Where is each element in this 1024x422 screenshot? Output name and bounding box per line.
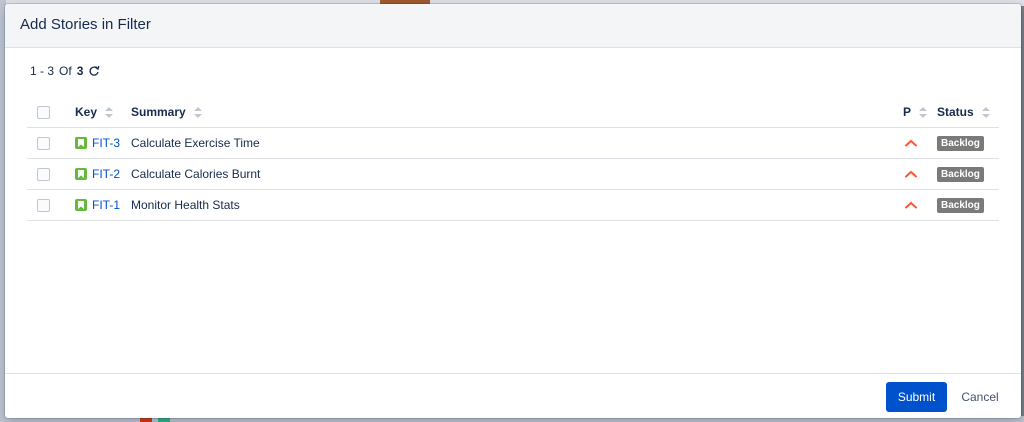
table-row[interactable]: FIT-2 Calculate Calories Burnt Backlog [27, 158, 999, 190]
dialog-footer: Submit Cancel [5, 373, 1021, 418]
issue-key-link[interactable]: FIT-3 [92, 136, 120, 150]
dialog-header: Add Stories in Filter [5, 4, 1021, 48]
column-priority-label: P [903, 104, 911, 119]
status-cell: Backlog [937, 127, 999, 159]
dialog-title: Add Stories in Filter [20, 16, 151, 33]
select-all-checkbox[interactable] [37, 105, 50, 119]
story-icon [75, 168, 87, 180]
priority-high-icon [905, 139, 917, 147]
row-select-cell [27, 127, 75, 159]
issue-key-link[interactable]: FIT-1 [92, 198, 120, 212]
select-all-cell [27, 96, 75, 128]
refresh-icon[interactable] [88, 65, 100, 77]
column-header-summary[interactable]: Summary [131, 96, 903, 128]
column-status-label: Status [937, 104, 974, 119]
sort-icon[interactable] [105, 106, 114, 118]
priority-cell [903, 158, 937, 190]
status-badge: Backlog [937, 136, 984, 151]
key-cell: FIT-1 [75, 189, 131, 221]
row-checkbox[interactable] [37, 168, 50, 182]
story-icon [75, 137, 87, 149]
cancel-button[interactable]: Cancel [955, 382, 1005, 412]
key-cell: FIT-2 [75, 158, 131, 190]
row-select-cell [27, 158, 75, 190]
status-cell: Backlog [937, 158, 999, 190]
sort-icon[interactable] [194, 106, 203, 118]
stories-table: Key Summary P Status FIT-3 Calculate Exe… [27, 96, 999, 221]
submit-button[interactable]: Submit [886, 382, 947, 412]
table-header-row: Key Summary P Status [27, 96, 999, 128]
table-row[interactable]: FIT-1 Monitor Health Stats Backlog [27, 189, 999, 221]
summary-cell: Monitor Health Stats [131, 189, 903, 221]
pagination-info: 1 - 3 Of 3 [30, 64, 100, 78]
add-stories-dialog: Add Stories in Filter 1 - 3 Of 3 Key Sum… [5, 4, 1021, 418]
row-checkbox[interactable] [37, 199, 50, 213]
issue-key-link[interactable]: FIT-2 [92, 167, 120, 181]
priority-high-icon [905, 201, 917, 209]
sort-icon[interactable] [919, 106, 928, 118]
row-checkbox[interactable] [37, 137, 50, 151]
priority-high-icon [905, 170, 917, 178]
row-select-cell [27, 189, 75, 221]
priority-cell [903, 127, 937, 159]
summary-cell: Calculate Exercise Time [131, 127, 903, 159]
pagination-total: 3 [76, 64, 84, 78]
priority-cell [903, 189, 937, 221]
column-key-label: Key [75, 104, 98, 119]
column-header-key[interactable]: Key [75, 96, 131, 128]
status-badge: Backlog [937, 198, 984, 213]
story-icon [75, 199, 87, 211]
sort-icon[interactable] [982, 106, 991, 118]
column-header-priority[interactable]: P [903, 96, 937, 128]
table-row[interactable]: FIT-3 Calculate Exercise Time Backlog [27, 127, 999, 159]
summary-cell: Calculate Calories Burnt [131, 158, 903, 190]
column-summary-label: Summary [131, 104, 186, 119]
status-badge: Backlog [937, 167, 984, 182]
column-header-status[interactable]: Status [937, 96, 999, 128]
key-cell: FIT-3 [75, 127, 131, 159]
pagination-range: 1 - 3 [30, 64, 55, 78]
status-cell: Backlog [937, 189, 999, 221]
pagination-of: Of [59, 64, 72, 78]
